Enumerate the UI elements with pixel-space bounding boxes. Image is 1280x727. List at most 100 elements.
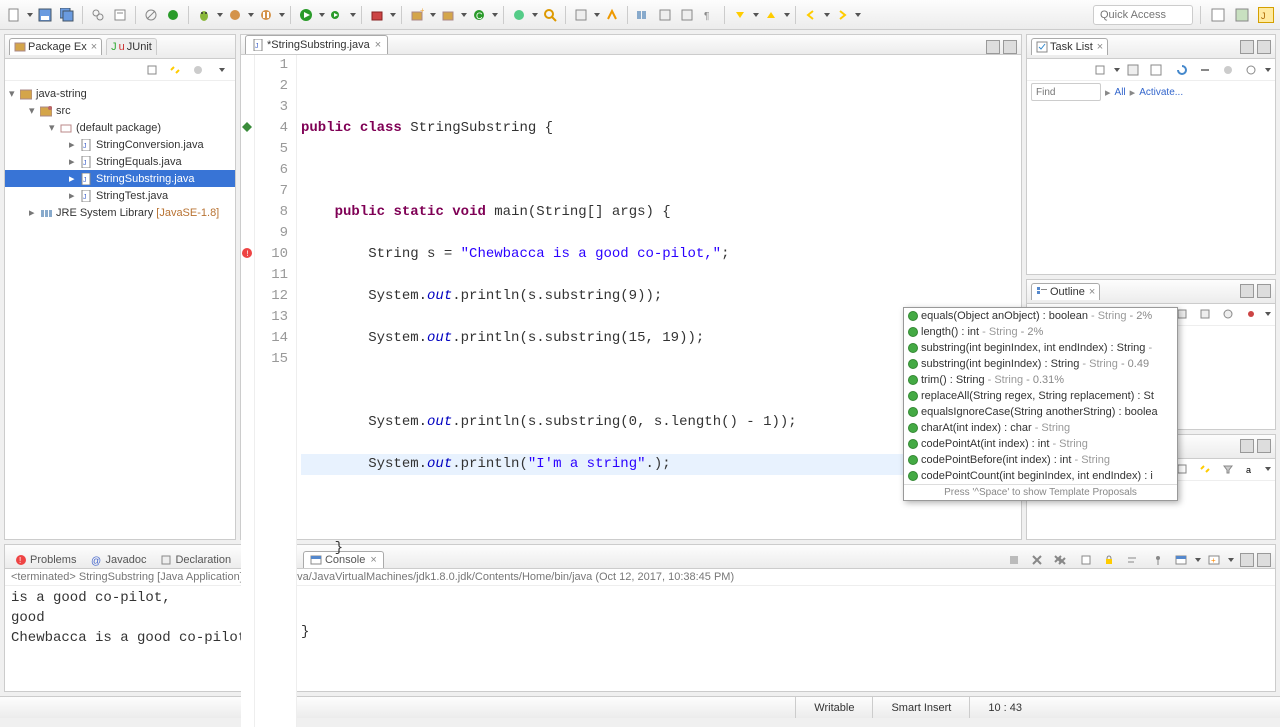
word-wrap-icon[interactable] xyxy=(1124,552,1140,568)
maximize-icon[interactable] xyxy=(1003,40,1017,54)
autocomplete-item[interactable]: substring(int beginIndex, int endIndex) … xyxy=(904,340,1177,356)
scroll-lock-icon[interactable] xyxy=(1101,552,1117,568)
toggle-breadcrumb-icon[interactable] xyxy=(635,7,651,23)
link-icon[interactable] xyxy=(1197,461,1213,477)
skip-icon[interactable] xyxy=(143,7,159,23)
new-type-icon[interactable]: C xyxy=(471,7,487,23)
maximize-icon[interactable] xyxy=(1257,40,1271,54)
tree-file-2[interactable]: ▸JStringEquals.java xyxy=(5,153,235,170)
all-link[interactable]: All xyxy=(1115,87,1126,98)
maximize-icon[interactable] xyxy=(1257,439,1271,453)
autocomplete-item[interactable]: codePointCount(int beginIndex, int endIn… xyxy=(904,468,1177,484)
problems-tab[interactable]: !Problems xyxy=(9,552,82,568)
new-icon[interactable] xyxy=(6,7,22,23)
tree-file-1[interactable]: ▸JStringConversion.java xyxy=(5,136,235,153)
minimize-icon[interactable] xyxy=(1240,439,1254,453)
minimize-icon[interactable] xyxy=(1240,284,1254,298)
autocomplete-item[interactable]: codePointAt(int index) : int - String xyxy=(904,436,1177,452)
perspective-java-icon[interactable] xyxy=(1210,7,1226,23)
junit-tab[interactable]: Ju JUnit xyxy=(106,38,157,55)
refresh-icon[interactable] xyxy=(1174,62,1190,78)
run-last-icon[interactable] xyxy=(329,7,345,23)
activate-link[interactable]: Activate... xyxy=(1139,87,1183,98)
toggle-highlight-icon[interactable] xyxy=(657,7,673,23)
open-type-icon[interactable] xyxy=(511,7,527,23)
close-icon[interactable]: × xyxy=(375,39,381,51)
save-all-icon[interactable] xyxy=(59,7,75,23)
declaration-tab[interactable]: Declaration xyxy=(154,552,237,568)
autocomplete-item[interactable]: charAt(int index) : char - String xyxy=(904,420,1177,436)
close-icon[interactable]: × xyxy=(1097,41,1103,53)
filter-icon[interactable] xyxy=(1220,461,1236,477)
autocomplete-item[interactable]: substring(int beginIndex) : String - Str… xyxy=(904,356,1177,372)
hide-nonpublic-icon[interactable] xyxy=(1220,306,1236,322)
run-external-icon[interactable] xyxy=(369,7,385,23)
perspective-javaee-icon[interactable]: J xyxy=(1258,7,1274,23)
focus-icon[interactable] xyxy=(190,62,206,78)
run-icon[interactable] xyxy=(298,7,314,23)
open-task-icon[interactable] xyxy=(573,7,589,23)
link-editor-icon[interactable] xyxy=(167,62,183,78)
perspective-debug-icon[interactable] xyxy=(1234,7,1250,23)
tree-src[interactable]: ▾src xyxy=(5,102,235,119)
autocomplete-item[interactable]: codePointBefore(int index) : int - Strin… xyxy=(904,452,1177,468)
maximize-icon[interactable] xyxy=(1257,553,1271,567)
mark-occurrences-icon[interactable] xyxy=(604,7,620,23)
toggle-block-icon[interactable] xyxy=(679,7,695,23)
search-icon[interactable] xyxy=(542,7,558,23)
javadoc-tab[interactable]: @Javadoc xyxy=(84,552,152,568)
open-console-icon[interactable]: + xyxy=(1206,552,1222,568)
quick-access-input[interactable] xyxy=(1093,5,1193,25)
link-icon[interactable] xyxy=(90,7,106,23)
breakpoint-icon[interactable] xyxy=(165,7,181,23)
autocomplete-item[interactable]: equals(Object anObject) : boolean - Stri… xyxy=(904,308,1177,324)
package-explorer-tab[interactable]: Package Ex × xyxy=(9,38,102,55)
collapse-all-icon[interactable] xyxy=(144,62,160,78)
forward-icon[interactable] xyxy=(834,7,850,23)
view-menu-icon[interactable] xyxy=(1265,312,1271,316)
clear-console-icon[interactable] xyxy=(1078,552,1094,568)
close-icon[interactable]: × xyxy=(1089,286,1095,298)
find-input[interactable] xyxy=(1031,83,1101,101)
view-menu-icon[interactable] xyxy=(1265,68,1271,72)
new-task-icon[interactable] xyxy=(1092,62,1108,78)
autocomplete-item[interactable]: trim() : String - String - 0.31% xyxy=(904,372,1177,388)
close-icon[interactable]: × xyxy=(91,41,97,53)
scheduled-icon[interactable] xyxy=(1148,62,1164,78)
debug-icon[interactable] xyxy=(196,7,212,23)
task-list-tab[interactable]: Task List× xyxy=(1031,38,1108,55)
categorize-icon[interactable] xyxy=(1125,62,1141,78)
outline-tab[interactable]: Outline× xyxy=(1031,283,1100,300)
synchronize-icon[interactable] xyxy=(1243,62,1259,78)
editor-tab[interactable]: J *StringSubstring.java × xyxy=(245,35,388,54)
minimize-icon[interactable] xyxy=(1240,40,1254,54)
hide-local-icon[interactable] xyxy=(1243,306,1259,322)
save-icon[interactable] xyxy=(37,7,53,23)
prev-annotation-icon[interactable] xyxy=(763,7,779,23)
tree-file-4[interactable]: ▸JStringTest.java xyxy=(5,187,235,204)
autocomplete-item[interactable]: replaceAll(String regex, String replacem… xyxy=(904,388,1177,404)
hide-static-icon[interactable] xyxy=(1197,306,1213,322)
remove-launch-icon[interactable] xyxy=(1029,552,1045,568)
next-annotation-icon[interactable] xyxy=(732,7,748,23)
autocomplete-item[interactable]: length() : int - String - 2% xyxy=(904,324,1177,340)
display-selected-icon[interactable] xyxy=(1173,552,1189,568)
collapse-icon[interactable] xyxy=(1197,62,1213,78)
new-class-icon[interactable] xyxy=(440,7,456,23)
tree-project[interactable]: ▾java-string xyxy=(5,85,235,102)
back-icon[interactable] xyxy=(803,7,819,23)
view-menu-icon[interactable] xyxy=(1265,467,1271,471)
new-package-icon[interactable]: + xyxy=(409,7,425,23)
remove-all-icon[interactable] xyxy=(1052,552,1068,568)
minimize-icon[interactable] xyxy=(1240,553,1254,567)
pin-console-icon[interactable] xyxy=(1150,552,1166,568)
coverage-icon[interactable] xyxy=(227,7,243,23)
autocomplete-item[interactable]: equalsIgnoreCase(String anotherString) :… xyxy=(904,404,1177,420)
focus-task-icon[interactable] xyxy=(1220,62,1236,78)
view-menu-icon[interactable] xyxy=(213,62,229,78)
tree-jre[interactable]: ▸JRE System Library [JavaSE-1.8] xyxy=(5,204,235,221)
show-whitespace-icon[interactable]: ¶ xyxy=(701,7,717,23)
stop-icon[interactable] xyxy=(258,7,274,23)
sort-icon[interactable]: a xyxy=(1243,461,1259,477)
tree-file-3[interactable]: ▸JStringSubstring.java xyxy=(5,170,235,187)
